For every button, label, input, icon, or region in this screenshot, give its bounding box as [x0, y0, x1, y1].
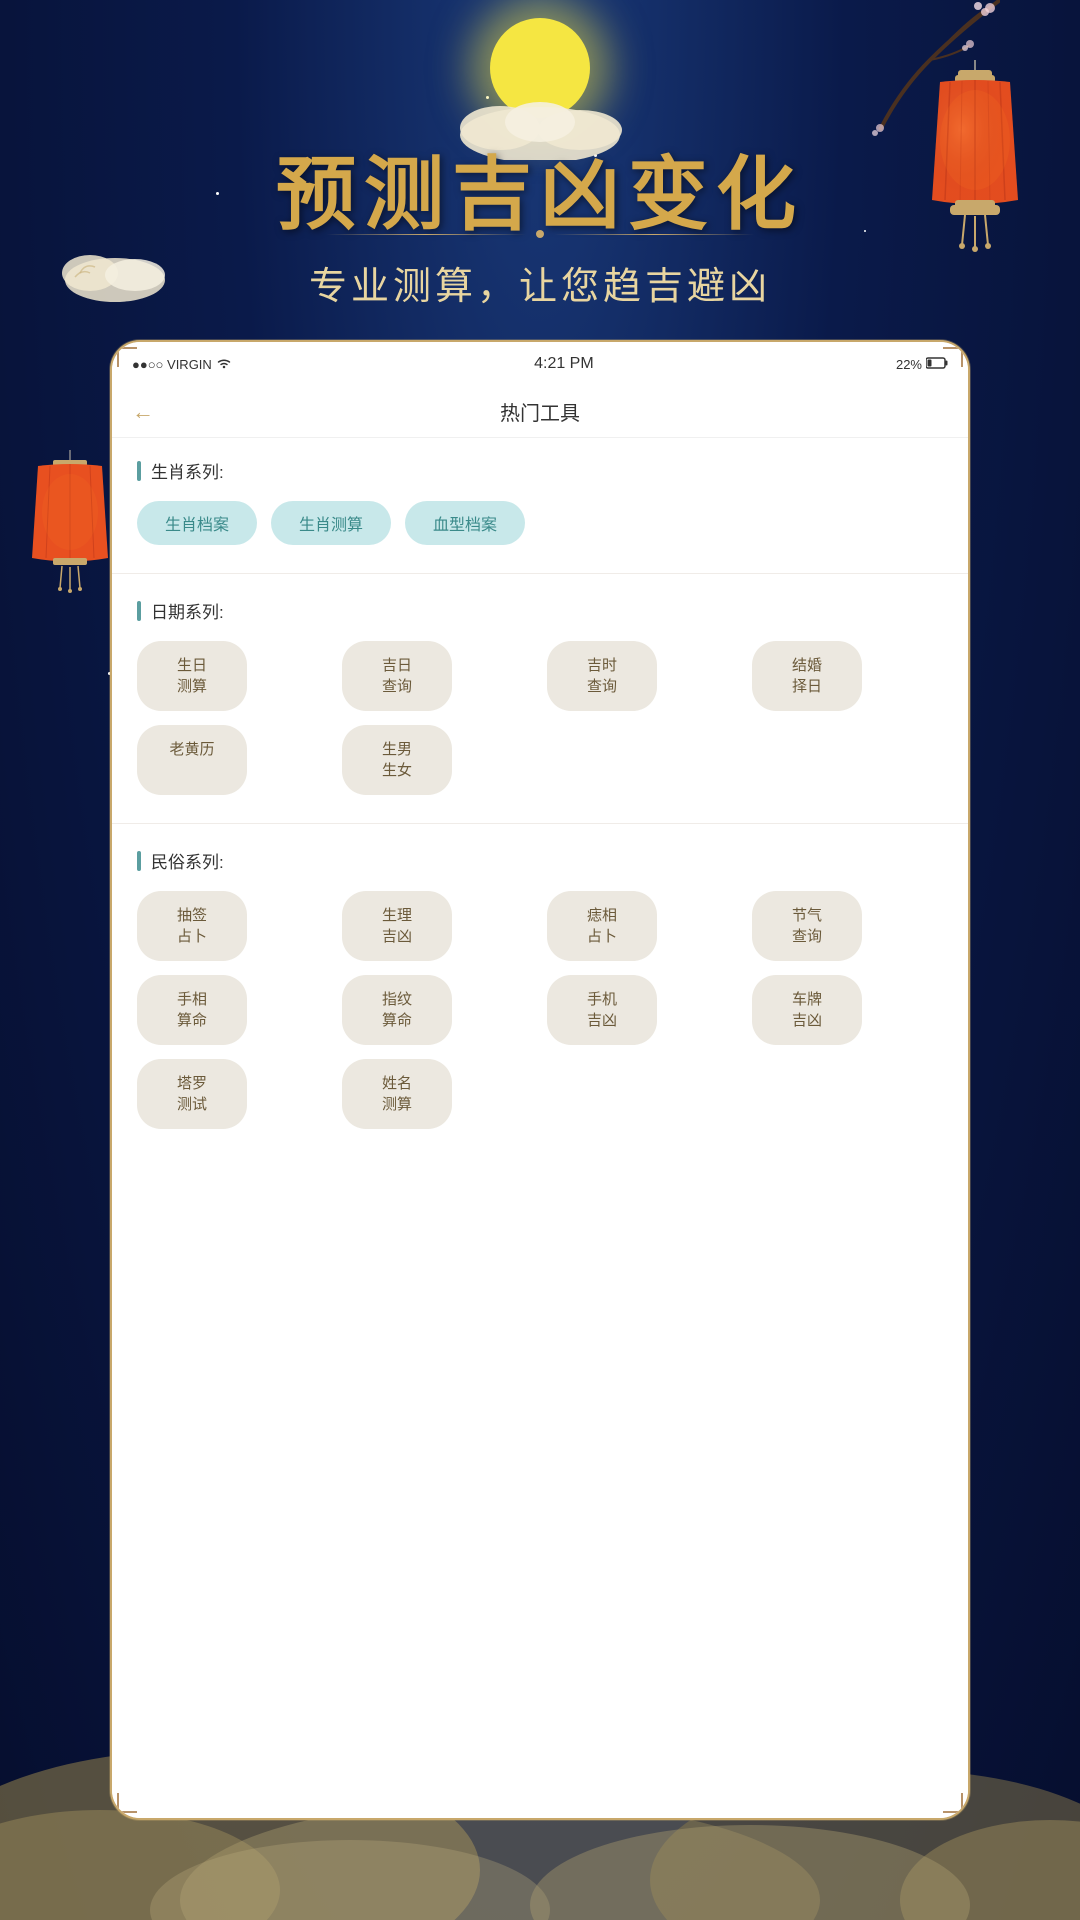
tag-jiri-chaxun[interactable]: 吉日查询	[342, 641, 452, 711]
tag-chouqian-zhanbu[interactable]: 抽签占卜	[137, 891, 247, 961]
section-title-riqi: 日期系列:	[137, 598, 943, 623]
section-label-shengxiao: 生肖系列:	[151, 458, 224, 483]
title-divider	[326, 230, 754, 238]
tag-shouxiang-suanming[interactable]: 手相算命	[137, 975, 247, 1045]
tag-shengli-jixiong[interactable]: 生理吉凶	[342, 891, 452, 961]
section-minsu: 民俗系列: 抽签占卜 生理吉凶 痣相占卜 节气查询 手相算命 指纹算命 手机吉凶…	[137, 848, 943, 1129]
tag-zhiwen-suanming[interactable]: 指纹算命	[342, 975, 452, 1045]
cloud-left	[60, 235, 170, 305]
section-riqi: 日期系列: 生日测算 吉日查询 吉时查询 结婚择日 老黄历 生男生女	[137, 598, 943, 795]
separator-1	[112, 573, 968, 574]
status-right: 22%	[896, 357, 948, 372]
tag-shengnan-shengnv[interactable]: 生男生女	[342, 725, 452, 795]
section-bar-2	[137, 601, 141, 621]
nav-bar: ← 热门工具	[112, 386, 968, 438]
phone-frame: ●●○○ VIRGIN 4:21 PM 22% ← 热	[110, 340, 970, 1820]
wifi-icon	[216, 357, 232, 372]
section-title-minsu: 民俗系列:	[137, 848, 943, 873]
tag-shengri-cesuan[interactable]: 生日测算	[137, 641, 247, 711]
tag-zhixiang-zhanbu[interactable]: 痣相占卜	[547, 891, 657, 961]
tag-xingming-cesuan[interactable]: 姓名测算	[342, 1059, 452, 1129]
corner-bl	[117, 1793, 137, 1813]
section-label-riqi: 日期系列:	[151, 598, 224, 623]
section-bar	[137, 461, 141, 481]
minsu-grid-row2: 手相算命 指纹算命 手机吉凶 车牌吉凶	[137, 975, 943, 1045]
status-time: 4:21 PM	[534, 355, 594, 373]
section-title-shengxiao: 生肖系列:	[137, 458, 943, 483]
carrier-text: ●●○○ VIRGIN	[132, 357, 212, 372]
shengxiao-tags: 生肖档案 生肖测算 血型档案	[137, 501, 943, 545]
corner-tr	[943, 347, 963, 367]
lantern-left	[20, 450, 120, 600]
corner-br	[943, 1793, 963, 1813]
minsu-grid-row1: 抽签占卜 生理吉凶 痣相占卜 节气查询	[137, 891, 943, 961]
battery-text: 22%	[896, 357, 922, 372]
corner-tl	[117, 347, 137, 367]
tag-xuexing-dang'an[interactable]: 血型档案	[405, 501, 525, 545]
separator-2	[112, 823, 968, 824]
scroll-content[interactable]: 生肖系列: 生肖档案 生肖测算 血型档案 日期系列: 生日测算 吉日查询 吉时查…	[112, 438, 968, 1818]
nav-title: 热门工具	[500, 397, 580, 426]
minsu-grid-row3: 塔罗测试 姓名测算	[137, 1059, 943, 1129]
tag-shengxiao-dang'an[interactable]: 生肖档案	[137, 501, 257, 545]
lantern-right	[910, 60, 1040, 260]
section-shengxiao: 生肖系列: 生肖档案 生肖测算 血型档案	[137, 458, 943, 545]
tag-taluo-ceshi[interactable]: 塔罗测试	[137, 1059, 247, 1129]
tag-shengxiao-cesuan[interactable]: 生肖测算	[271, 501, 391, 545]
tag-jishi-chaxun[interactable]: 吉时查询	[547, 641, 657, 711]
riqi-grid-row1: 生日测算 吉日查询 吉时查询 结婚择日	[137, 641, 943, 711]
tag-chepai-jixiong[interactable]: 车牌吉凶	[752, 975, 862, 1045]
status-bar: ●●○○ VIRGIN 4:21 PM 22%	[112, 342, 968, 386]
main-title: 预测吉凶变化	[276, 130, 804, 246]
subtitle: 专业测算，让您趋吉避凶	[309, 255, 771, 310]
tag-laohualv[interactable]: 老黄历	[137, 725, 247, 795]
riqi-grid-row2: 老黄历 生男生女	[137, 725, 943, 795]
tag-jiehun-zeri[interactable]: 结婚择日	[752, 641, 862, 711]
tag-shouji-jixiong[interactable]: 手机吉凶	[547, 975, 657, 1045]
back-button[interactable]: ←	[132, 399, 154, 425]
section-label-minsu: 民俗系列:	[151, 848, 224, 873]
section-bar-3	[137, 851, 141, 871]
status-left: ●●○○ VIRGIN	[132, 357, 232, 372]
tag-jieqi-chaxun[interactable]: 节气查询	[752, 891, 862, 961]
